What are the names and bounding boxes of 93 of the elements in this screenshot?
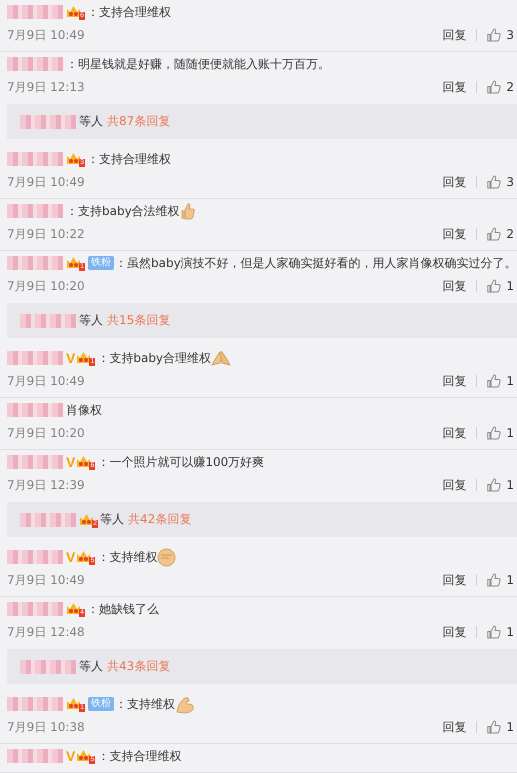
reply-link[interactable]: 回复 bbox=[442, 78, 466, 96]
comment-time: 7月9日 10:20 bbox=[7, 424, 85, 442]
reply-link[interactable]: 回复 bbox=[442, 476, 466, 494]
comment-time: 7月9日 10:20 bbox=[7, 278, 85, 294]
blurred-name bbox=[20, 114, 76, 128]
replies-text: 等人 bbox=[79, 312, 103, 329]
comment-text: ：支持维权 bbox=[115, 696, 175, 712]
blurred-name bbox=[7, 403, 63, 417]
verified-mark: V bbox=[66, 549, 76, 565]
verified-mark: V bbox=[66, 748, 76, 764]
like-button[interactable]: 3 bbox=[487, 175, 514, 189]
replies-text: 等人 bbox=[100, 511, 124, 528]
thumbs-up-icon bbox=[487, 279, 502, 293]
comment-text: ：支持合理维权 bbox=[87, 150, 171, 168]
comment-time: 7月9日 10:38 bbox=[7, 718, 85, 736]
comment-text: ：支持合理维权 bbox=[87, 4, 171, 20]
blurred-name bbox=[7, 697, 63, 711]
replies-text: 等人 bbox=[79, 113, 103, 130]
blurred-name bbox=[7, 5, 63, 19]
reply-link[interactable]: 回复 bbox=[442, 424, 466, 442]
blurred-name bbox=[7, 204, 63, 218]
like-button[interactable]: 1 bbox=[487, 478, 514, 492]
blurred-name bbox=[7, 351, 63, 365]
crown-icon bbox=[66, 256, 81, 270]
comment-text: ：支持合理维权 bbox=[97, 748, 182, 764]
blurred-name bbox=[7, 256, 63, 270]
blurred-name bbox=[7, 749, 63, 763]
crown-icon bbox=[79, 512, 94, 526]
comment-time: 7月9日 10:49 bbox=[7, 572, 85, 588]
like-button[interactable]: 1 bbox=[487, 573, 514, 587]
crown-icon bbox=[66, 602, 81, 616]
crown-icon bbox=[76, 749, 92, 763]
like-button[interactable]: 1 bbox=[487, 625, 514, 639]
crown-icon bbox=[66, 697, 81, 711]
blurred-name bbox=[7, 57, 63, 71]
comment-text: ：支持baby合法维权 bbox=[66, 202, 180, 220]
like-button[interactable]: 1 bbox=[487, 279, 514, 293]
blurred-name bbox=[7, 602, 63, 616]
reply-link[interactable]: 回复 bbox=[442, 174, 466, 190]
blurred-name bbox=[20, 660, 76, 674]
comment-time: 7月9日 10:49 bbox=[7, 174, 85, 190]
reply-link[interactable]: 回复 bbox=[442, 226, 466, 242]
thumbs-up-icon bbox=[487, 625, 502, 639]
comment-time: 7月9日 10:49 bbox=[7, 26, 85, 44]
like-button[interactable]: 2 bbox=[487, 227, 514, 241]
blurred-name bbox=[20, 512, 76, 526]
thumbs-up-icon bbox=[487, 175, 502, 189]
comment-time: 7月9日 12:13 bbox=[7, 78, 85, 96]
crown-icon bbox=[66, 5, 81, 19]
comment-text: ：明星钱就是好赚，随随便便就能入账十万百万。 bbox=[66, 56, 330, 72]
like-button[interactable]: 2 bbox=[487, 80, 514, 94]
thumbs-up-icon bbox=[487, 374, 502, 388]
fan-badge: 铁粉 bbox=[88, 256, 114, 270]
comment-time: 7月9日 10:22 bbox=[7, 226, 85, 242]
blurred-name bbox=[7, 550, 63, 564]
reply-link[interactable]: 回复 bbox=[442, 26, 466, 44]
fan-badge: 铁粉 bbox=[88, 697, 114, 711]
comment-text: 肖像权 bbox=[66, 402, 102, 418]
verified-mark: V bbox=[66, 454, 76, 470]
thumbs-up-icon bbox=[487, 478, 502, 492]
crown-icon bbox=[76, 455, 92, 469]
crown-icon bbox=[66, 152, 81, 166]
thumbs-up-icon bbox=[487, 573, 502, 587]
crown-icon bbox=[76, 351, 92, 365]
reply-link[interactable]: 回复 bbox=[442, 372, 466, 390]
comment-text: ：支持维权 bbox=[97, 548, 158, 566]
blurred-name bbox=[7, 152, 63, 166]
like-button[interactable]: 3 bbox=[487, 28, 514, 42]
thumbs-up-icon bbox=[487, 227, 502, 241]
reply-link[interactable]: 回复 bbox=[442, 572, 466, 588]
thumbs-up-icon bbox=[487, 28, 502, 42]
reply-link[interactable]: 回复 bbox=[442, 278, 466, 294]
thumbs-up-icon bbox=[487, 80, 502, 94]
flexed-arm-icon bbox=[175, 694, 195, 714]
blurred-name bbox=[7, 455, 63, 469]
comment-time: 7月9日 10:49 bbox=[7, 372, 85, 390]
comment-time: 7月9日 12:48 bbox=[7, 624, 85, 640]
comment-time: 7月9日 12:39 bbox=[7, 476, 85, 494]
like-button[interactable]: 1 bbox=[487, 374, 514, 388]
blurred-name bbox=[20, 314, 76, 328]
comment-text: ：一个照片就可以赚100万好爽 bbox=[97, 454, 264, 470]
verified-mark: V bbox=[66, 350, 76, 366]
like-button[interactable]: 1 bbox=[487, 426, 514, 440]
comment-text: ：支持baby合理维权 bbox=[97, 350, 212, 366]
crown-icon bbox=[76, 550, 92, 564]
thumbs-up-icon bbox=[487, 720, 502, 734]
comment-text: ：她缺钱了么 bbox=[87, 600, 159, 618]
reply-link[interactable]: 回复 bbox=[442, 718, 466, 736]
thumbs-up-icon bbox=[487, 426, 502, 440]
reply-link[interactable]: 回复 bbox=[442, 624, 466, 640]
replies-text: 等人 bbox=[79, 658, 103, 675]
like-button[interactable]: 1 bbox=[487, 720, 514, 734]
comment-text: ：虽然baby演技不好，但是人家确实挺好看的，用人家肖像权确实过分了。 bbox=[115, 254, 517, 272]
